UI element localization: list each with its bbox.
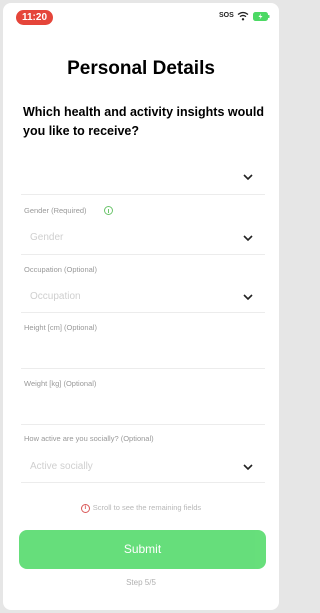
occupation-placeholder: Occupation (30, 291, 81, 302)
screen: 11:20 SOS Personal Details Which health … (3, 3, 279, 610)
info-icon[interactable] (104, 206, 113, 215)
height-input[interactable] (21, 337, 265, 369)
step-indicator: Step 5/5 (126, 578, 156, 587)
battery-icon (253, 12, 270, 21)
chevron-down-icon (243, 174, 253, 181)
height-label: Height [cm] (Optional) (24, 323, 97, 332)
social-select[interactable]: Active socially (21, 449, 265, 483)
status-bar: 11:20 SOS (3, 3, 279, 31)
social-placeholder: Active socially (30, 461, 93, 472)
chevron-down-icon (243, 464, 253, 471)
gender-select[interactable]: Gender (21, 221, 265, 255)
gender-label: Gender (Required) (24, 206, 87, 215)
alert-icon: i (80, 503, 90, 513)
submit-button[interactable]: Submit (19, 530, 266, 569)
weight-input[interactable] (21, 393, 265, 425)
network-status: SOS (219, 12, 234, 19)
insights-select[interactable] (21, 153, 265, 195)
social-label: How active are you socially? (Optional) (24, 434, 154, 443)
chevron-down-icon (243, 235, 253, 242)
scroll-hint-text: Scroll to see the remaining fields (92, 503, 202, 512)
question-text: Which health and activity insights would… (23, 105, 264, 138)
occupation-label: Occupation (Optional) (24, 265, 97, 274)
occupation-select[interactable]: Occupation (21, 279, 265, 313)
wifi-icon (237, 11, 249, 21)
gender-placeholder: Gender (30, 232, 64, 243)
status-time: 11:20 (16, 10, 53, 25)
chevron-down-icon (243, 294, 253, 301)
weight-label: Weight [kg] (Optional) (24, 379, 97, 388)
page-title: Personal Details (67, 58, 215, 79)
scroll-hint: i Scroll to see the remaining fields (3, 503, 279, 513)
